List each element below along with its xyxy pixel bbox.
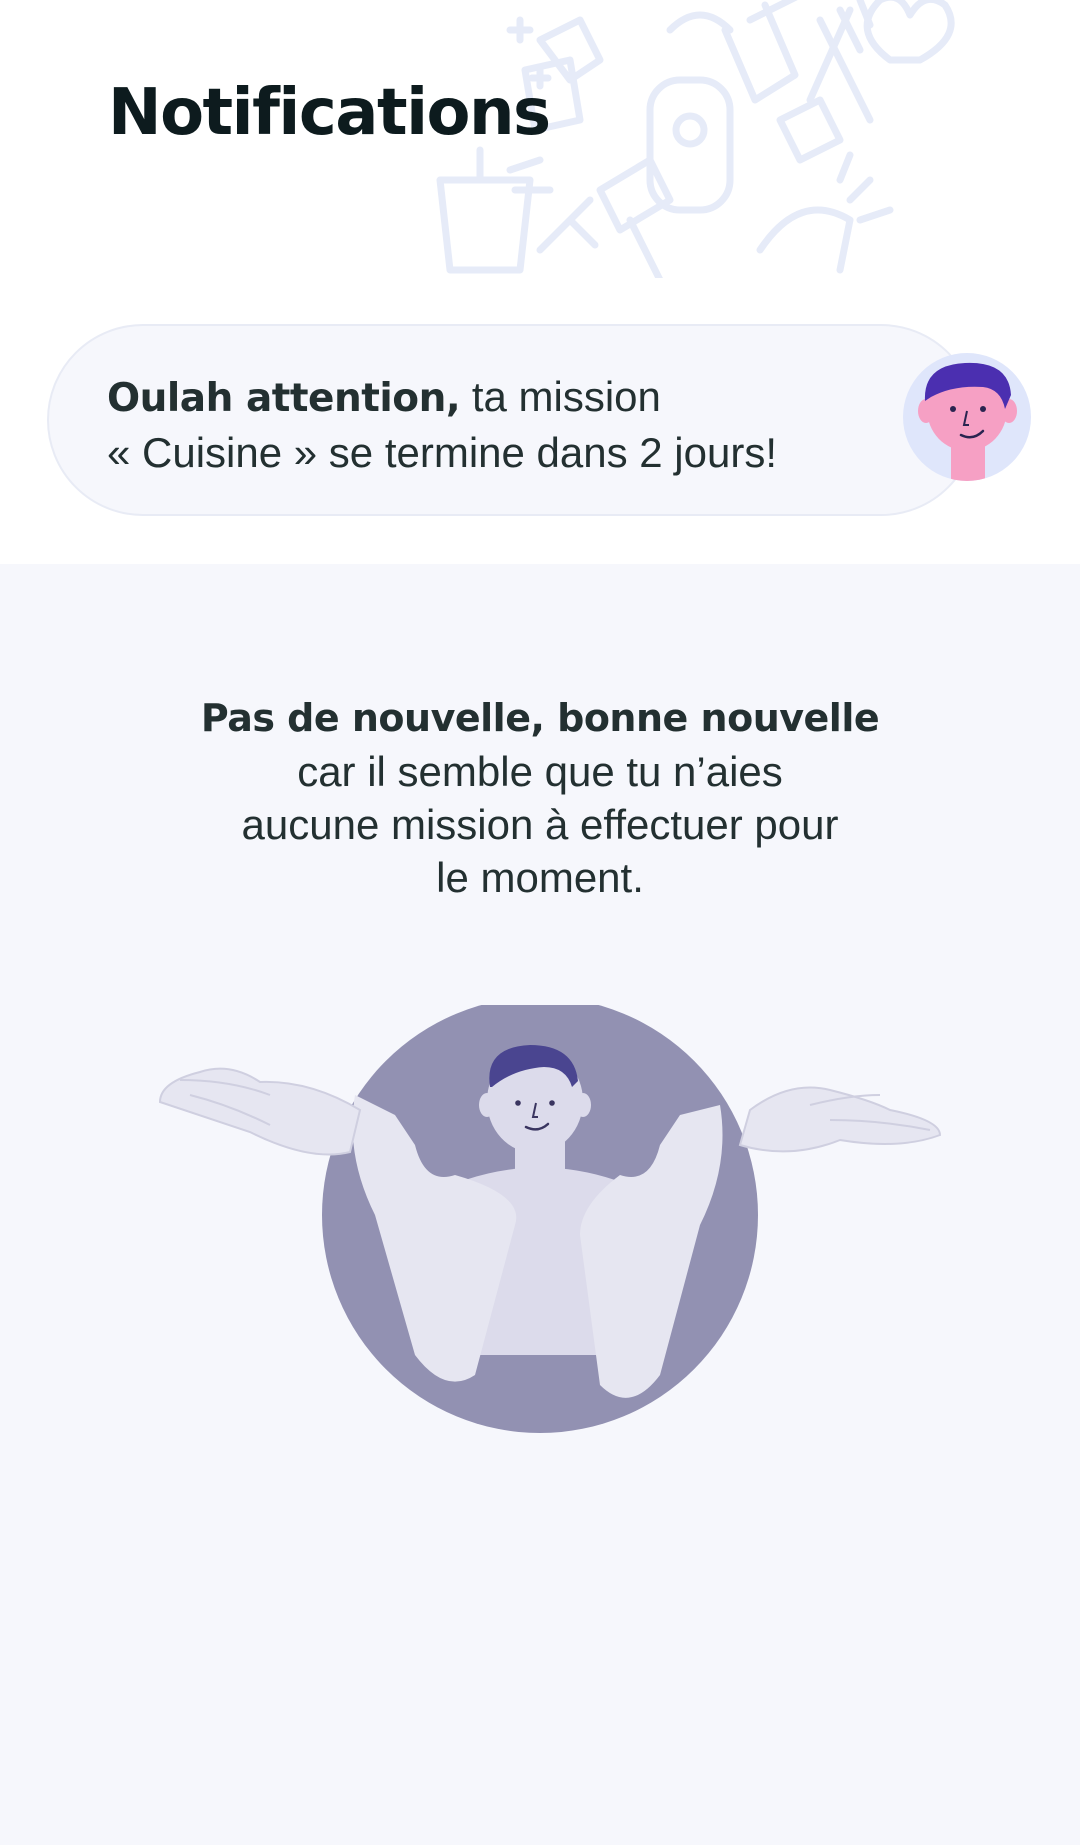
notification-message-line1: ta mission: [460, 373, 661, 420]
notification-bold-prefix: Oulah attention,: [107, 376, 461, 421]
empty-state-headline: Pas de nouvelle, bonne nouvelle: [200, 696, 880, 740]
header: Notifications: [0, 0, 1080, 278]
empty-state-message: Pas de nouvelle, bonne nouvelle car il s…: [140, 690, 940, 904]
notification-message: Oulah attention, ta mission « Cuisine » …: [107, 370, 867, 480]
empty-state-line1: car il semble que tu n’aies: [297, 748, 783, 795]
notification-card[interactable]: Oulah attention, ta mission « Cuisine » …: [47, 324, 977, 516]
boy-avatar-icon: [903, 353, 1031, 481]
page-title: Notifications: [108, 76, 551, 150]
notification-message-line2: « Cuisine » se termine dans 2 jours!: [107, 429, 778, 476]
shrugging-person-icon: [158, 1005, 942, 1433]
empty-state-line3: le moment.: [436, 854, 644, 901]
empty-state-line2: aucune mission à effectuer pour: [241, 801, 839, 848]
